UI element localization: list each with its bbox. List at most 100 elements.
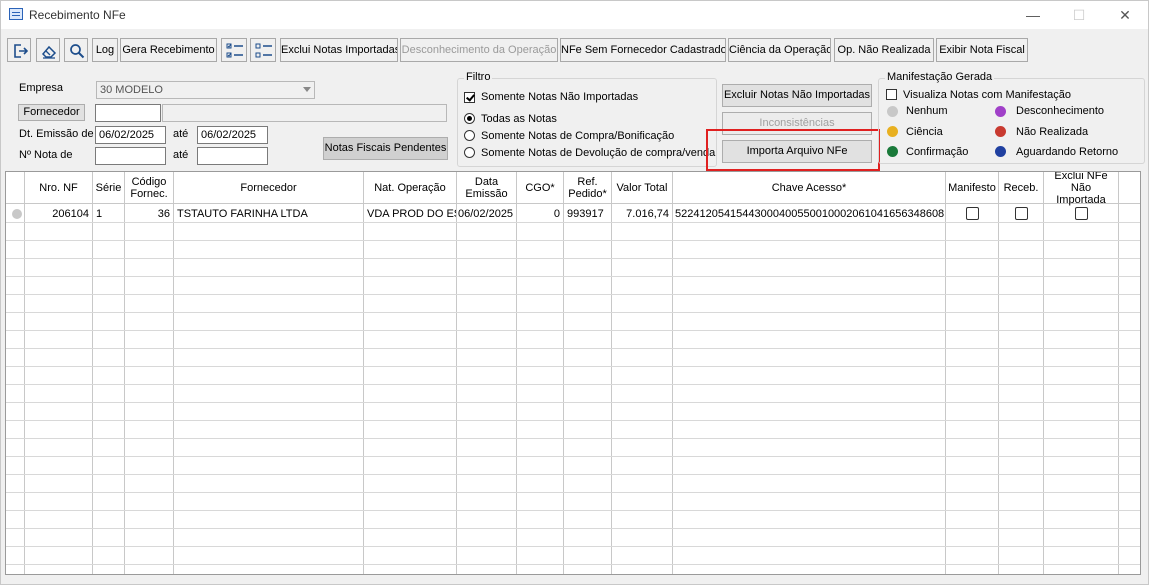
nfe-sem-fornecedor-button[interactable]: NFe Sem Fornecedor Cadastrado bbox=[560, 38, 726, 62]
radio-devolucao-label: Somente Notas de Devolução de compra/ven… bbox=[481, 147, 716, 159]
dt-emissao-to-input[interactable]: 06/02/2025 bbox=[197, 126, 268, 144]
fornecedor-button[interactable]: Fornecedor bbox=[18, 104, 85, 121]
cell-receb-checkbox[interactable] bbox=[1015, 207, 1028, 220]
check-all-button[interactable] bbox=[221, 38, 247, 62]
header-nat-operacao[interactable]: Nat. Operação bbox=[364, 172, 457, 204]
exclui-notas-importadas-button[interactable]: Exclui Notas Importadas bbox=[280, 38, 398, 62]
uncheck-list-icon bbox=[255, 42, 273, 60]
cell-data-emissao[interactable]: 06/02/2025 bbox=[457, 205, 516, 223]
header-ref-pedido[interactable]: Ref. Pedido* bbox=[564, 172, 612, 204]
ciencia-operacao-button[interactable]: Ciência da Operação bbox=[728, 38, 831, 62]
gera-recebimento-button[interactable]: Gera Recebimento bbox=[120, 38, 217, 62]
grid-row-line bbox=[6, 348, 1140, 349]
empresa-select[interactable]: 30 MODELO bbox=[96, 81, 315, 99]
legend-desconhecimento-label: Desconhecimento bbox=[1016, 105, 1105, 117]
app-icon bbox=[9, 8, 23, 20]
header-codigo-fornec[interactable]: Código Fornec. bbox=[125, 172, 174, 204]
header-nro-nf[interactable]: Nro. NF bbox=[25, 172, 93, 204]
op-nao-realizada-button[interactable]: Op. Não Realizada bbox=[834, 38, 934, 62]
uncheck-all-button[interactable] bbox=[250, 38, 276, 62]
grid-vline bbox=[1043, 204, 1044, 574]
cell-chave-acesso[interactable]: 5224120541544300040055001000206104165634… bbox=[673, 205, 945, 223]
header-exclui-nfe[interactable]: Exclui NFe Não Importada bbox=[1044, 172, 1119, 206]
grid-row-line bbox=[6, 528, 1140, 529]
legend-nao-realizada-dot bbox=[995, 126, 1006, 137]
grid-vline bbox=[611, 204, 612, 574]
cell-nro-nf[interactable]: 206104 bbox=[25, 205, 92, 223]
legend-nenhum-dot bbox=[887, 106, 898, 117]
header-fornecedor[interactable]: Fornecedor bbox=[174, 172, 364, 204]
exibir-nota-fiscal-button[interactable]: Exibir Nota Fiscal bbox=[936, 38, 1028, 62]
maximize-button[interactable]: ☐ bbox=[1056, 1, 1102, 29]
clear-button[interactable] bbox=[36, 38, 60, 62]
ate-label-2: até bbox=[173, 149, 189, 161]
grid-row-line bbox=[6, 510, 1140, 511]
chevron-down-icon bbox=[303, 87, 311, 92]
grid-row-line bbox=[6, 420, 1140, 421]
search-icon bbox=[69, 43, 85, 59]
grid-vline bbox=[998, 204, 999, 574]
radio-compra-bonificacao[interactable] bbox=[464, 130, 475, 141]
grid-row-line bbox=[6, 240, 1140, 241]
legend-ciencia-dot bbox=[887, 126, 898, 137]
search-button[interactable] bbox=[64, 38, 88, 62]
grid-row-line bbox=[6, 474, 1140, 475]
visualiza-manifestacao-checkbox[interactable] bbox=[886, 89, 897, 100]
nota-from-input[interactable] bbox=[95, 147, 166, 165]
radio-todas-notas[interactable] bbox=[464, 113, 475, 124]
radio-todas-notas-label: Todas as Notas bbox=[481, 113, 557, 125]
grid-row-line bbox=[6, 276, 1140, 277]
cell-cgo[interactable]: 0 bbox=[517, 205, 563, 223]
legend-desconhecimento-dot bbox=[995, 106, 1006, 117]
title-bar: Recebimento NFe — ☐ ✕ bbox=[1, 1, 1148, 29]
fornecedor-name-field bbox=[162, 104, 447, 122]
excluir-notas-nao-importadas-button[interactable]: Excluir Notas Não Importadas bbox=[722, 84, 872, 107]
fornecedor-code-input[interactable] bbox=[95, 104, 161, 122]
notas-grid[interactable]: Nro. NF Série Código Fornec. Fornecedor … bbox=[5, 171, 1141, 575]
grid-row-line bbox=[6, 366, 1140, 367]
cell-serie[interactable]: 1 bbox=[93, 205, 124, 223]
nota-to-input[interactable] bbox=[197, 147, 268, 165]
grid-vline bbox=[363, 204, 364, 574]
header-receb[interactable]: Receb. bbox=[999, 172, 1044, 204]
grid-row-line bbox=[6, 564, 1140, 565]
grid-row-line bbox=[6, 456, 1140, 457]
window: Recebimento NFe — ☐ ✕ Log Gera Recebimen… bbox=[0, 0, 1149, 585]
grid-vline bbox=[563, 204, 564, 574]
grid-row-line bbox=[6, 258, 1140, 259]
cell-nat-operacao[interactable]: VDA PROD DO ES bbox=[364, 205, 456, 223]
dt-emissao-from-input[interactable]: 06/02/2025 bbox=[95, 126, 166, 144]
header-valor-total[interactable]: Valor Total bbox=[612, 172, 673, 204]
cell-exclui-nfe-checkbox[interactable] bbox=[1075, 207, 1088, 220]
minimize-button[interactable]: — bbox=[1010, 1, 1056, 29]
window-title: Recebimento NFe bbox=[29, 8, 126, 22]
exit-button[interactable] bbox=[7, 38, 31, 62]
grid-row-line bbox=[6, 384, 1140, 385]
exit-icon bbox=[12, 43, 28, 59]
grid-row-line bbox=[6, 492, 1140, 493]
radio-devolucao[interactable] bbox=[464, 147, 475, 158]
legend-confirmacao-dot bbox=[887, 146, 898, 157]
header-chave-acesso[interactable]: Chave Acesso* bbox=[673, 172, 946, 204]
close-button[interactable]: ✕ bbox=[1102, 1, 1148, 29]
cell-ref-pedido[interactable]: 993917 bbox=[564, 205, 611, 223]
highlight-box bbox=[706, 129, 880, 171]
header-data-emissao[interactable]: Data Emissão bbox=[457, 172, 517, 204]
header-cgo[interactable]: CGO* bbox=[517, 172, 564, 204]
header-serie[interactable]: Série bbox=[93, 172, 125, 204]
grid-vline bbox=[24, 204, 25, 574]
cell-manifesto-checkbox[interactable] bbox=[966, 207, 979, 220]
log-button[interactable]: Log bbox=[92, 38, 118, 62]
somente-nao-importadas-checkbox[interactable] bbox=[464, 92, 475, 103]
legend-confirmacao-label: Confirmação bbox=[906, 146, 969, 158]
cell-fornecedor[interactable]: TSTAUTO FARINHA LTDA bbox=[174, 205, 363, 223]
header-manifesto[interactable]: Manifesto bbox=[946, 172, 999, 204]
desconhecimento-operacao-button[interactable]: Desconhecimento da Operação bbox=[400, 38, 558, 62]
grid-indicator-header bbox=[6, 172, 25, 204]
cell-codigo-fornec[interactable]: 36 bbox=[125, 205, 173, 223]
cell-valor-total[interactable]: 7.016,74 bbox=[612, 205, 672, 223]
dt-emissao-label: Dt. Emissão de bbox=[19, 128, 94, 140]
ate-label-1: até bbox=[173, 128, 189, 140]
notas-fiscais-pendentes-button[interactable]: Notas Fiscais Pendentes bbox=[323, 137, 448, 160]
legend-aguardando-retorno-label: Aguardando Retorno bbox=[1016, 146, 1119, 158]
